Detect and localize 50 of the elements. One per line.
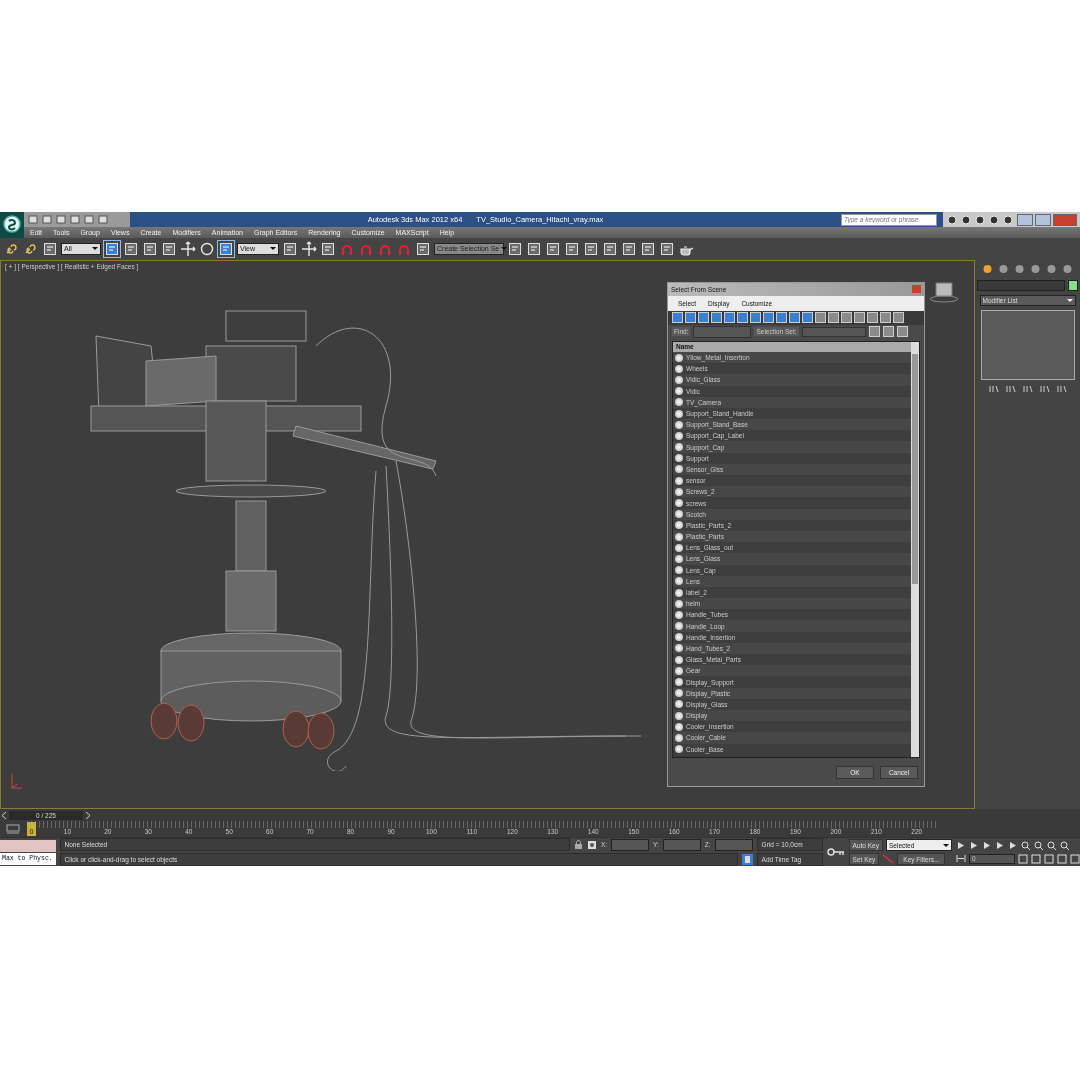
zoom-icon[interactable] xyxy=(1021,840,1031,851)
filter-toggle-icon[interactable] xyxy=(776,312,787,324)
move-icon[interactable] xyxy=(180,241,196,257)
selection-set-tool-icon[interactable] xyxy=(882,326,894,338)
filter-toggle-icon[interactable] xyxy=(672,312,683,324)
filter-toggle-icon[interactable] xyxy=(880,312,891,324)
time-tag-icon[interactable] xyxy=(741,854,753,865)
play-icon[interactable] xyxy=(982,841,992,850)
find-field[interactable] xyxy=(693,325,752,338)
selection-set-tool-icon[interactable] xyxy=(896,326,908,338)
filter-toggle-icon[interactable] xyxy=(750,312,761,324)
object-name-field[interactable] xyxy=(977,279,1065,291)
next-frame-icon[interactable] xyxy=(84,810,92,820)
link-icon[interactable] xyxy=(4,241,20,257)
script-listener-field[interactable] xyxy=(0,839,56,852)
filter-toggle-icon[interactable] xyxy=(815,312,826,324)
filter-toggle-icon[interactable] xyxy=(711,312,722,324)
app-logo-icon[interactable] xyxy=(0,212,24,238)
filter-toggle-icon[interactable] xyxy=(802,312,813,324)
filter-toggle-icon[interactable] xyxy=(737,312,748,324)
maximize-button[interactable] xyxy=(1035,213,1051,226)
object-color-swatch[interactable] xyxy=(1068,279,1078,291)
modifier-stack[interactable] xyxy=(980,309,1075,380)
filter-toggle-icon[interactable] xyxy=(828,312,839,324)
rotate-icon[interactable] xyxy=(199,241,215,257)
filter-toggle-icon[interactable] xyxy=(867,312,878,324)
viewport[interactable] xyxy=(0,259,975,810)
filter-toggle-icon[interactable] xyxy=(698,312,709,324)
filter-toggle-icon[interactable] xyxy=(724,312,735,324)
y-coordinate-field[interactable] xyxy=(662,838,701,851)
view-cube-icon[interactable] xyxy=(929,280,959,303)
axis-tripod-icon xyxy=(9,772,23,791)
absolute-mode-icon[interactable] xyxy=(586,839,597,850)
filter-toggle-icon[interactable] xyxy=(893,312,904,324)
move-gizmo-icon[interactable] xyxy=(301,241,317,257)
scrollbar[interactable] xyxy=(911,341,919,757)
previous-frame-icon[interactable] xyxy=(0,810,8,820)
key-icon[interactable] xyxy=(826,847,845,857)
select-object-icon[interactable] xyxy=(104,241,120,257)
lock-icon[interactable] xyxy=(573,839,583,850)
z-coordinate-field[interactable] xyxy=(714,838,753,851)
track-bar-icon[interactable] xyxy=(6,824,20,834)
x-coordinate-field[interactable] xyxy=(611,838,650,851)
filter-toggle-icon[interactable] xyxy=(854,312,865,324)
close-button[interactable] xyxy=(1053,213,1077,226)
filter-toggle-icon[interactable] xyxy=(763,312,774,324)
filter-toggle-icon[interactable] xyxy=(789,312,800,324)
filter-toggle-icon[interactable] xyxy=(841,312,852,324)
selection-set-tool-icon[interactable] xyxy=(868,326,880,338)
filter-toggle-icon[interactable] xyxy=(685,312,696,324)
